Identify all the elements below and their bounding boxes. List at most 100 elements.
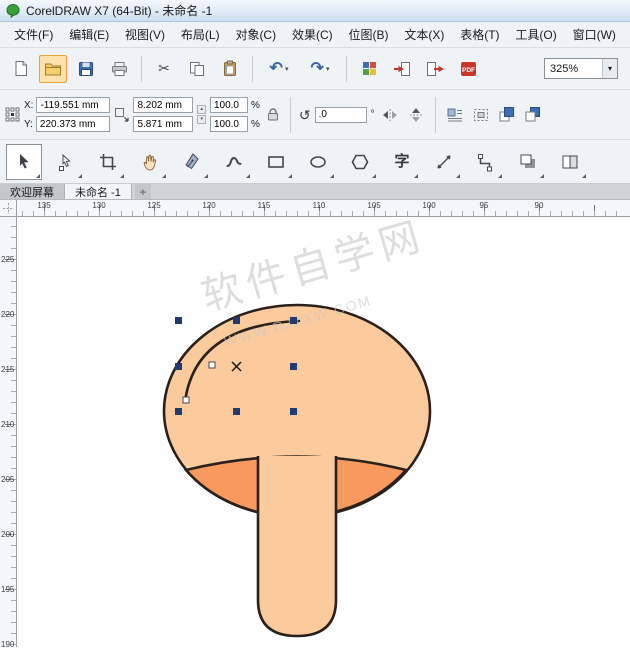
ruler-number: 115 bbox=[254, 201, 274, 210]
object-width-input[interactable] bbox=[133, 97, 193, 113]
application-launcher-button[interactable] bbox=[355, 55, 383, 83]
tool-flyout-icon bbox=[540, 174, 544, 178]
size-stepper[interactable]: ▴▾ bbox=[197, 105, 206, 124]
wrap-text-button[interactable] bbox=[444, 104, 466, 125]
undo-button[interactable]: ↶▾ bbox=[261, 55, 297, 83]
coreldraw-logo-icon[interactable] bbox=[6, 4, 20, 18]
menu-layout[interactable]: 布局(L) bbox=[177, 23, 224, 46]
curve-node[interactable] bbox=[183, 397, 189, 403]
menu-window[interactable]: 窗口(W) bbox=[569, 23, 620, 46]
vertical-ruler[interactable]: 225 220 215 210 205 200 195 190 bbox=[0, 217, 17, 647]
connector-tool[interactable] bbox=[468, 144, 504, 180]
percent-label: % bbox=[251, 100, 260, 111]
menu-effects[interactable]: 效果(C) bbox=[288, 23, 337, 46]
mirror-horizontal-button[interactable] bbox=[379, 105, 401, 125]
drop-shadow-tool[interactable] bbox=[510, 144, 546, 180]
zoom-level-select[interactable]: 325% ▾ bbox=[544, 58, 618, 79]
copy-icon bbox=[189, 61, 205, 77]
polygon-tool[interactable] bbox=[342, 144, 378, 180]
zoom-level-value: 325% bbox=[545, 63, 602, 75]
ruler-origin[interactable] bbox=[0, 200, 17, 217]
publish-pdf-button[interactable]: PDF bbox=[454, 55, 482, 83]
position-grid-icon[interactable] bbox=[5, 107, 20, 122]
outline-frame-button[interactable] bbox=[470, 105, 492, 125]
selection-handle[interactable] bbox=[175, 317, 182, 324]
selection-handle[interactable] bbox=[233, 408, 240, 415]
tab-untitled-1[interactable]: 未命名 -1 bbox=[65, 184, 132, 199]
crop-tool-icon bbox=[98, 152, 118, 172]
lock-ratio-button[interactable] bbox=[264, 105, 282, 124]
toolbar-separator bbox=[346, 56, 347, 82]
tool-flyout-icon bbox=[36, 174, 40, 178]
curve-node[interactable] bbox=[209, 362, 215, 368]
menu-bitmaps[interactable]: 位图(B) bbox=[345, 23, 393, 46]
y-position-input[interactable] bbox=[36, 116, 110, 132]
selection-handle[interactable] bbox=[175, 408, 182, 415]
mirror-vertical-icon bbox=[407, 107, 425, 123]
text-tool[interactable]: 字 bbox=[384, 144, 420, 180]
selection-handle[interactable] bbox=[175, 363, 182, 370]
tab-welcome-screen[interactable]: 欢迎屏幕 bbox=[0, 184, 65, 199]
mushroom-stem-shape[interactable] bbox=[258, 456, 336, 636]
pen-tool[interactable] bbox=[174, 144, 210, 180]
scale-horizontal-input[interactable] bbox=[210, 97, 248, 113]
transparency-tool-icon bbox=[560, 152, 580, 172]
pan-tool[interactable] bbox=[132, 144, 168, 180]
title-bar[interactable]: CorelDRAW X7 (64-Bit) - 未命名 -1 bbox=[0, 0, 630, 22]
scale-vertical-input[interactable] bbox=[210, 116, 248, 132]
paste-button[interactable] bbox=[216, 55, 244, 83]
drawing-area[interactable]: 软件自学网 WWW.RJZXW.COM bbox=[17, 217, 630, 647]
cut-button[interactable]: ✂ bbox=[150, 55, 178, 83]
ruler-number: 120 bbox=[199, 201, 219, 210]
transparency-tool[interactable] bbox=[552, 144, 588, 180]
ruler-number: 190 bbox=[1, 640, 14, 649]
polygon-tool-icon bbox=[350, 152, 370, 172]
object-height-input[interactable] bbox=[133, 116, 193, 132]
ellipse-tool[interactable] bbox=[300, 144, 336, 180]
selection-handle[interactable] bbox=[233, 317, 240, 324]
ruler-number: 200 bbox=[1, 530, 14, 539]
horizontal-ruler[interactable]: 135 130 125 120 115 110 105 100 95 90 bbox=[17, 200, 630, 217]
new-tab-button[interactable]: + bbox=[135, 184, 151, 199]
copy-button[interactable] bbox=[183, 55, 211, 83]
import-button[interactable] bbox=[388, 55, 416, 83]
x-position-input[interactable] bbox=[36, 97, 110, 113]
pick-tool[interactable] bbox=[6, 144, 42, 180]
dimension-tool[interactable] bbox=[426, 144, 462, 180]
menu-bar: 文件(F) 编辑(E) 视图(V) 布局(L) 对象(C) 效果(C) 位图(B… bbox=[0, 22, 630, 48]
menu-table[interactable]: 表格(T) bbox=[456, 23, 503, 46]
to-back-button[interactable] bbox=[522, 104, 544, 125]
dimension-tool-icon bbox=[434, 152, 454, 172]
menu-object[interactable]: 对象(C) bbox=[231, 23, 280, 46]
menu-text[interactable]: 文本(X) bbox=[400, 23, 448, 46]
menu-view[interactable]: 视图(V) bbox=[121, 23, 169, 46]
watermark-line1: 软件自学网 bbox=[197, 217, 430, 319]
selection-handle[interactable] bbox=[290, 408, 297, 415]
zoom-dropdown-icon[interactable]: ▾ bbox=[602, 59, 617, 78]
mirror-vertical-button[interactable] bbox=[405, 105, 427, 125]
redo-icon: ↷ bbox=[311, 61, 324, 77]
artistic-media-tool[interactable] bbox=[216, 144, 252, 180]
rotation-angle-input[interactable] bbox=[315, 107, 367, 123]
crop-tool[interactable] bbox=[90, 144, 126, 180]
shape-tool[interactable] bbox=[48, 144, 84, 180]
rectangle-tool[interactable] bbox=[258, 144, 294, 180]
document-tab-bar: 欢迎屏幕 未命名 -1 + bbox=[0, 184, 630, 200]
tool-flyout-icon bbox=[246, 174, 250, 178]
redo-button[interactable]: ↷▾ bbox=[302, 55, 338, 83]
canvas[interactable]: 软件自学网 WWW.RJZXW.COM bbox=[17, 217, 630, 647]
propbar-separator bbox=[290, 97, 291, 133]
selection-handle[interactable] bbox=[290, 363, 297, 370]
menu-tools[interactable]: 工具(O) bbox=[511, 23, 560, 46]
menu-edit[interactable]: 编辑(E) bbox=[65, 23, 113, 46]
save-button[interactable] bbox=[72, 55, 100, 83]
new-document-button[interactable] bbox=[6, 55, 34, 83]
print-button[interactable] bbox=[105, 55, 133, 83]
menu-file[interactable]: 文件(F) bbox=[10, 23, 57, 46]
to-front-button[interactable] bbox=[496, 104, 518, 125]
text-tool-icon: 字 bbox=[394, 154, 409, 169]
export-button[interactable] bbox=[421, 55, 449, 83]
open-document-button[interactable] bbox=[39, 55, 67, 83]
selection-handle[interactable] bbox=[290, 317, 297, 324]
pen-tool-icon bbox=[182, 152, 202, 172]
